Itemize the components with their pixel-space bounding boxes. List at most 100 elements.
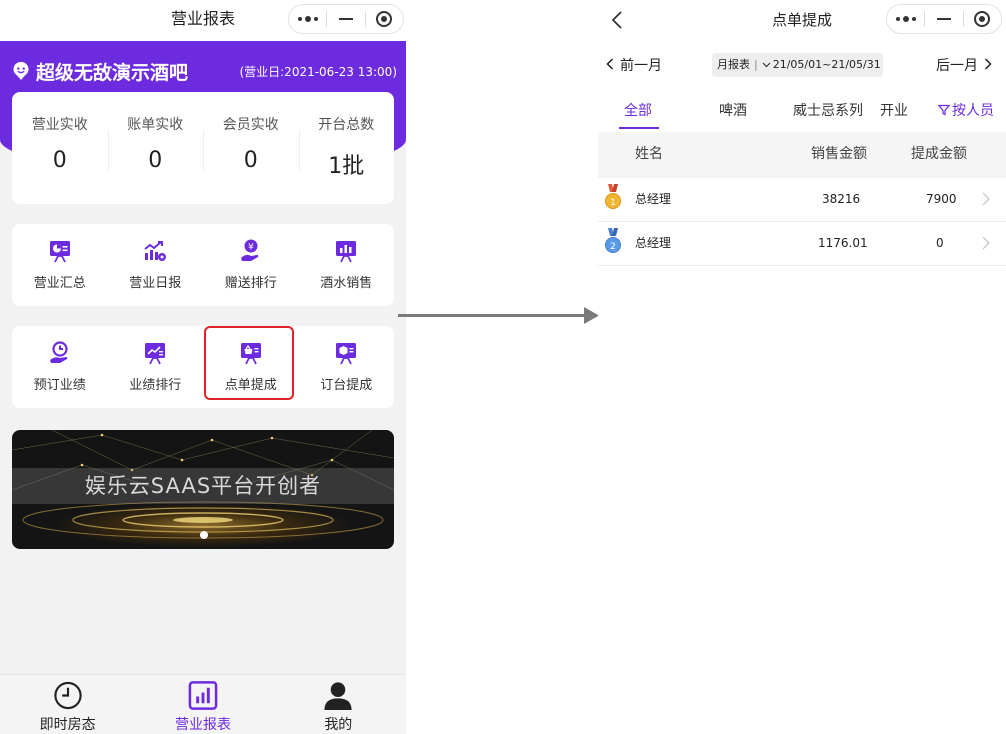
menu-item-table-commission[interactable]: 订台提成 — [299, 326, 395, 408]
table-row[interactable]: 1 总经理 38216 7900 — [598, 178, 1006, 222]
active-tab-underline — [619, 127, 659, 129]
stat-value: 0 — [52, 148, 67, 173]
next-month-button[interactable]: 后一月 — [936, 55, 992, 75]
date-range: 21/05/01~21/05/31 — [772, 58, 881, 71]
minimize-button[interactable] — [327, 5, 364, 33]
menu-item-daily-report[interactable]: 营业日报 — [108, 224, 204, 306]
close-program-button[interactable] — [366, 5, 403, 33]
tab-label: 营业报表 — [174, 717, 231, 733]
menu-item-performance-ranking[interactable]: 业绩排行 — [108, 326, 204, 408]
menu-label: 营业日报 — [129, 276, 182, 291]
person-icon — [324, 682, 352, 711]
stat-label: 会员实收 — [222, 117, 279, 133]
bottom-tab-bar: 即时房态 营业报表 我的 — [0, 674, 406, 734]
location-pin-icon — [13, 62, 29, 80]
carousel-indicator-dot[interactable] — [200, 531, 208, 539]
chevron-right-icon — [982, 236, 990, 250]
table-row[interactable]: 2 总经理 1176.01 0 — [598, 222, 1006, 266]
column-commission: 提成金额 — [911, 146, 967, 162]
target-icon — [974, 11, 991, 27]
close-program-button[interactable] — [964, 5, 1001, 33]
business-day-label: (营业日:2021-06-23 13:00) — [239, 64, 397, 79]
screenshot-canvas: 营业报表 超级无敌演示酒吧 (营业日:2021-06-23 13:00) 营业实… — [0, 0, 1006, 734]
menu-item-gift-ranking[interactable]: ¥ 赠送排行 — [203, 224, 299, 306]
report-home-screen: 营业报表 超级无敌演示酒吧 (营业日:2021-06-23 13:00) 营业实… — [0, 0, 406, 734]
highlight-box — [204, 326, 294, 400]
mini-program-capsule — [288, 4, 404, 34]
clock-hand-icon — [49, 341, 68, 363]
more-button[interactable] — [289, 5, 326, 33]
tab-all[interactable]: 全部 — [624, 100, 652, 120]
promo-banner[interactable]: 娱乐云SAAS平台开创者 — [12, 430, 394, 549]
stat-item[interactable]: 营业实收 0 — [12, 92, 108, 204]
category-tabs: 全部 啤酒 威士忌系列 开业 按人员 — [598, 94, 1006, 132]
gift-hand-icon: ¥ — [240, 239, 259, 261]
stat-value: 0 — [148, 148, 163, 173]
report-menu-primary: 营业汇总 营业日报 ¥ 赠送排行 酒水销售 — [12, 224, 394, 306]
row-name: 总经理 — [635, 236, 672, 250]
stat-label: 开台总数 — [318, 117, 375, 133]
more-dots-icon — [895, 16, 916, 22]
report-type: 月报表 — [717, 58, 750, 71]
chevron-down-icon — [762, 62, 771, 68]
tab-mine[interactable]: 我的 — [271, 675, 406, 734]
filter-icon — [938, 104, 950, 116]
row-name: 总经理 — [635, 192, 672, 206]
banner-slogan: 娱乐云SAAS平台开创者 — [84, 474, 322, 498]
store-header: 超级无敌演示酒吧 (营业日:2021-06-23 13:00) — [12, 57, 397, 85]
stat-label: 账单实收 — [127, 117, 184, 133]
order-commission-screen: 点单提成 前一月 月报表 | 21/05/01~21/05/31 后一月 全部 … — [598, 0, 1006, 734]
medal-rank: 1 — [610, 198, 616, 208]
gold-medal-icon: 1 — [605, 184, 621, 209]
filter-by-staff-button[interactable]: 按人员 — [938, 100, 994, 120]
medal-rank: 2 — [610, 242, 616, 252]
tab-room-status[interactable]: 即时房态 — [0, 675, 135, 734]
minimize-button[interactable] — [925, 5, 962, 33]
bar-trend-icon — [144, 241, 167, 261]
stat-item[interactable]: 会员实收 0 — [203, 92, 299, 204]
column-name: 姓名 — [635, 146, 663, 162]
date-range-selector[interactable]: 月报表 | 21/05/01~21/05/31 — [712, 53, 883, 77]
stats-card: 营业实收 0 账单实收 0 会员实收 0 开台总数 1批 — [12, 92, 394, 204]
stat-item[interactable]: 账单实收 0 — [107, 92, 204, 204]
menu-label: 赠送排行 — [224, 276, 277, 291]
stat-value: 0 — [243, 148, 258, 173]
column-sales: 销售金额 — [811, 146, 867, 162]
report-icon — [188, 681, 218, 710]
stat-value: 1批 — [328, 154, 365, 179]
silver-medal-icon: 2 — [605, 228, 621, 253]
nav-bar: 点单提成 — [598, 0, 1006, 41]
row-commission: 7900 — [926, 192, 957, 206]
store-name: 超级无敌演示酒吧 — [36, 61, 189, 84]
more-dots-icon — [297, 16, 318, 22]
bar-chart-board-icon — [336, 241, 357, 263]
menu-item-drink-sales[interactable]: 酒水销售 — [299, 224, 395, 306]
tab-business-report[interactable]: 营业报表 — [135, 675, 270, 734]
menu-item-booking-performance[interactable]: 预订业绩 — [12, 326, 108, 408]
menu-item-business-summary[interactable]: 营业汇总 — [12, 224, 108, 306]
tab-beer[interactable]: 啤酒 — [719, 100, 747, 120]
clock-icon — [53, 681, 82, 710]
mini-program-capsule — [886, 4, 1002, 34]
tab-label: 我的 — [324, 717, 353, 733]
more-button[interactable] — [887, 5, 924, 33]
chevron-right-icon — [982, 192, 990, 206]
prev-month-label: 前一月 — [620, 58, 662, 74]
minus-icon — [338, 18, 353, 20]
row-commission: 0 — [936, 236, 944, 250]
nav-bar: 营业报表 — [0, 0, 406, 41]
table-header: 姓名 销售金额 提成金额 — [598, 132, 1006, 178]
tab-label: 即时房态 — [39, 717, 96, 733]
prev-month-button[interactable]: 前一月 — [606, 55, 662, 75]
filter-label: 按人员 — [952, 103, 994, 119]
menu-label: 酒水销售 — [320, 276, 373, 291]
row-sales: 1176.01 — [818, 236, 868, 250]
tab-opening[interactable]: 开业 — [880, 100, 916, 120]
flow-arrow-icon — [398, 307, 599, 324]
minus-icon — [936, 18, 951, 20]
menu-label: 预订业绩 — [33, 378, 86, 393]
stat-item[interactable]: 开台总数 1批 — [298, 92, 395, 204]
tab-whisky[interactable]: 威士忌系列 — [793, 100, 863, 120]
box-board-icon — [336, 343, 357, 365]
month-navigator: 前一月 月报表 | 21/05/01~21/05/31 后一月 — [598, 52, 1006, 78]
